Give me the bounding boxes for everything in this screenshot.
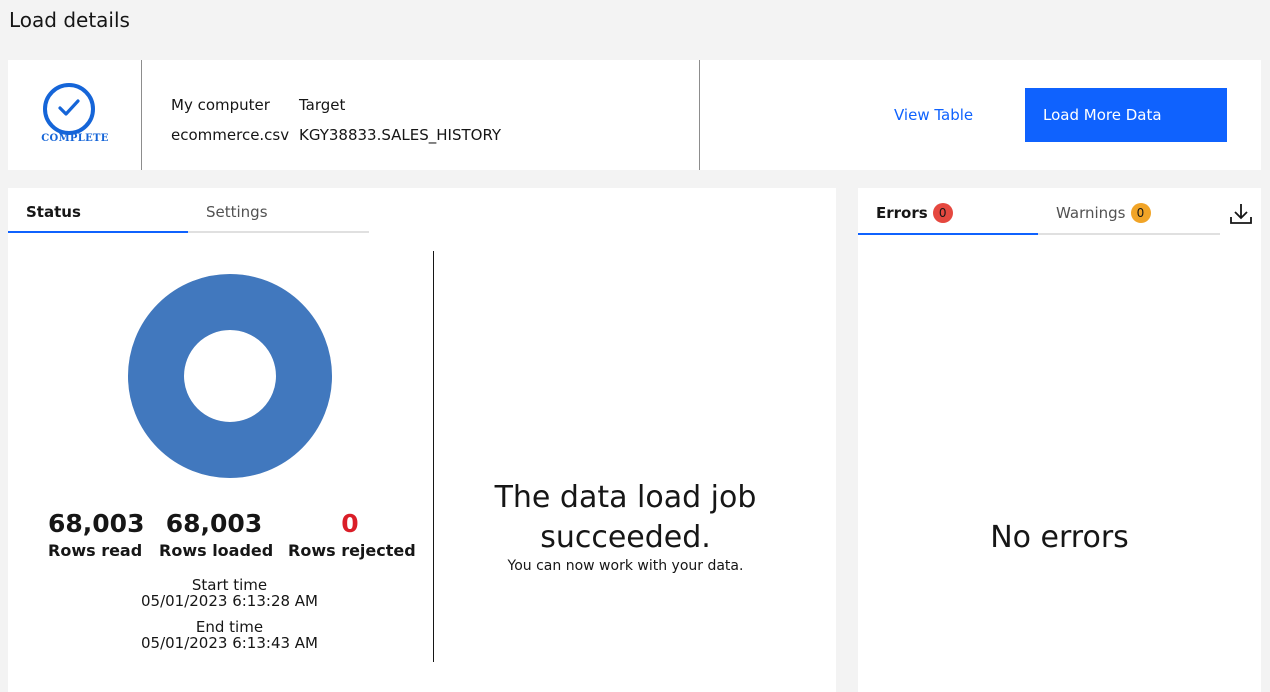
divider — [141, 60, 142, 170]
start-time-block: Start time 05/01/2023 6:13:28 AM — [88, 577, 371, 609]
download-icon[interactable] — [1229, 202, 1253, 226]
source-file-name: ecommerce.csv — [171, 126, 290, 144]
tab-warnings[interactable]: Warnings 0 — [1038, 188, 1220, 235]
tab-errors[interactable]: Errors 0 — [858, 188, 1038, 235]
load-more-data-button[interactable]: Load More Data — [1025, 88, 1227, 142]
rows-loaded-stat: 68,003 Rows loaded — [159, 509, 274, 562]
view-table-button[interactable]: View Table — [894, 106, 973, 124]
rows-loaded-donut-chart — [128, 274, 332, 478]
checkmark-icon — [43, 83, 95, 135]
rows-read-stat: 68,003 Rows read — [48, 509, 145, 562]
status-label: COMPLETE — [41, 133, 109, 144]
divider — [699, 60, 700, 170]
target-table-name: KGY38833.SALES_HISTORY — [299, 126, 502, 144]
issues-panel: Errors 0 Warnings 0 No errors — [858, 188, 1261, 692]
tab-errors-label: Errors — [876, 204, 928, 222]
rows-loaded-value: 68,003 — [165, 509, 263, 538]
success-message: The data load job succeeded. — [494, 480, 757, 555]
source-header: My computer — [171, 96, 270, 114]
status-badge: COMPLETE — [8, 60, 142, 170]
start-time-label: Start time — [191, 576, 268, 594]
success-subtitle: You can now work with your data. — [507, 558, 744, 574]
tab-status[interactable]: Status — [8, 188, 188, 233]
tab-warnings-label: Warnings — [1056, 204, 1126, 222]
source-column: My computer ecommerce.csv — [171, 90, 289, 150]
rows-rejected-stat: 0 Rows rejected — [288, 509, 416, 562]
target-column: Target KGY38833.SALES_HISTORY — [299, 90, 501, 150]
rows-read-label: Rows read — [48, 541, 143, 560]
rows-rejected-value: 0 — [341, 509, 359, 538]
end-time-label: End time — [195, 618, 264, 636]
errors-count-badge: 0 — [932, 202, 953, 223]
tab-settings[interactable]: Settings — [188, 188, 369, 233]
start-time-value: 05/01/2023 6:13:28 AM — [140, 592, 319, 610]
end-time-value: 05/01/2023 6:13:43 AM — [140, 634, 319, 652]
end-time-block: End time 05/01/2023 6:13:43 AM — [88, 619, 371, 651]
status-panel: Status Settings 68,003 Rows read 68,003 … — [8, 188, 836, 692]
donut-slice-rows-loaded — [128, 274, 332, 478]
target-header: Target — [299, 96, 346, 114]
rows-read-value: 68,003 — [48, 509, 145, 538]
warnings-count-badge: 0 — [1130, 202, 1151, 223]
rows-loaded-label: Rows loaded — [159, 541, 274, 560]
panel-divider — [433, 251, 434, 662]
no-errors-message: No errors — [990, 520, 1129, 555]
load-summary-card: COMPLETE My computer ecommerce.csv Targe… — [8, 60, 1261, 170]
rows-rejected-label: Rows rejected — [288, 541, 416, 560]
page-title: Load details — [9, 8, 130, 32]
